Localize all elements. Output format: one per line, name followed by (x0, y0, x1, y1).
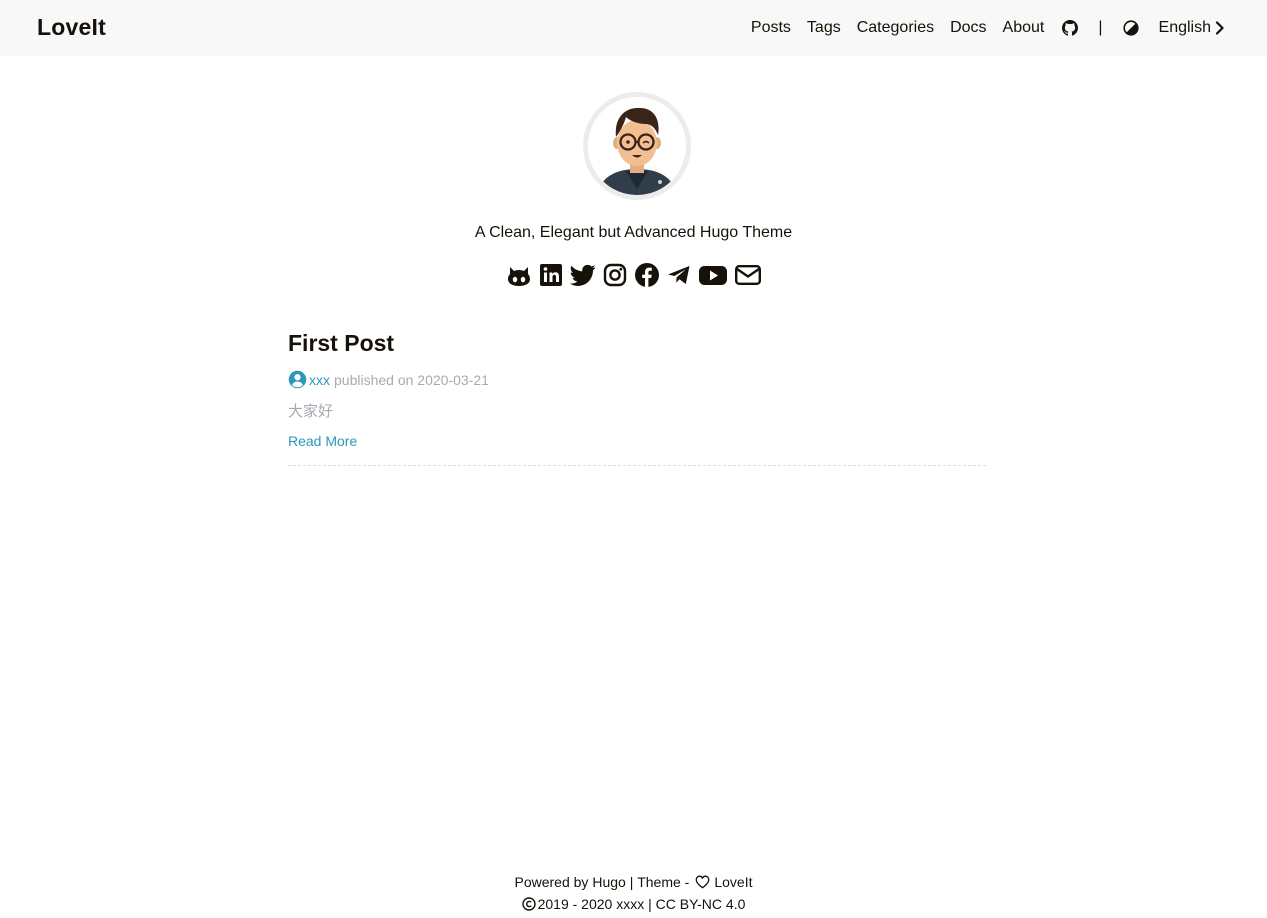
github-icon[interactable] (1062, 20, 1079, 36)
footer-separator-2: | (648, 896, 652, 912)
nav-about[interactable]: About (1003, 19, 1045, 37)
read-more-link[interactable]: Read More (288, 433, 357, 449)
nav-posts[interactable]: Posts (751, 19, 791, 37)
avatar-image (588, 97, 686, 195)
instagram-icon[interactable] (602, 262, 628, 288)
main-nav: Posts Tags Categories Docs About | Engli… (751, 0, 1225, 56)
user-circle-icon (288, 370, 307, 389)
email-icon[interactable] (734, 262, 762, 288)
theme-switch-icon[interactable] (1122, 20, 1139, 36)
nav-tags[interactable]: Tags (807, 19, 841, 37)
footer-copyright-line: 2019 - 2020 xxxx | CC BY-NC 4.0 (0, 893, 1267, 915)
post-summary: 大家好 (288, 403, 334, 420)
avatar[interactable] (583, 92, 691, 200)
post-meta: xxx published on 2020-03-21 (288, 370, 986, 389)
site-header: LoveIt Posts Tags Categories Docs About … (0, 0, 1267, 56)
site-logo[interactable]: LoveIt (37, 14, 106, 41)
twitter-icon[interactable] (569, 262, 596, 288)
copyright-icon (521, 897, 536, 911)
footer-separator: | (629, 874, 634, 890)
nav-categories[interactable]: Categories (857, 19, 934, 37)
linkedin-icon[interactable] (538, 262, 564, 288)
language-label: English (1158, 19, 1211, 36)
heart-icon (695, 875, 710, 889)
post-title[interactable]: First Post (288, 330, 986, 357)
post-divider (288, 465, 986, 466)
nav-docs[interactable]: Docs (950, 19, 986, 37)
language-switch[interactable]: English (1159, 19, 1225, 37)
footer-owner-link[interactable]: xxxx (616, 895, 644, 913)
github-icon[interactable] (506, 262, 532, 288)
post-publish-date: published on 2020-03-21 (334, 371, 489, 388)
post-author-link[interactable]: xxx (288, 370, 330, 389)
post-card: First Post xxx published on 2020-03-21 大… (288, 330, 986, 466)
footer-powered-line: Powered by Hugo | Theme - LoveIt (0, 871, 1267, 893)
footer-theme-link[interactable]: LoveIt (714, 873, 752, 891)
footer-years: 2019 - 2020 (537, 896, 613, 912)
telegram-icon[interactable] (666, 262, 692, 288)
footer-theme-label: Theme - (637, 874, 690, 890)
site-footer: Powered by Hugo | Theme - LoveIt 2019 - … (0, 871, 1267, 915)
post-author-name: xxx (309, 371, 330, 388)
footer-hugo-link[interactable]: Hugo (592, 873, 625, 891)
footer-powered-by: Powered by (514, 874, 589, 890)
social-links (0, 262, 1267, 288)
chevron-right-icon (1215, 21, 1224, 35)
youtube-icon[interactable] (698, 262, 728, 288)
site-subtitle: A Clean, Elegant but Advanced Hugo Theme (474, 224, 793, 241)
footer-license-link[interactable]: CC BY-NC 4.0 (656, 895, 746, 913)
facebook-icon[interactable] (634, 262, 660, 288)
nav-separator: | (1098, 19, 1103, 36)
